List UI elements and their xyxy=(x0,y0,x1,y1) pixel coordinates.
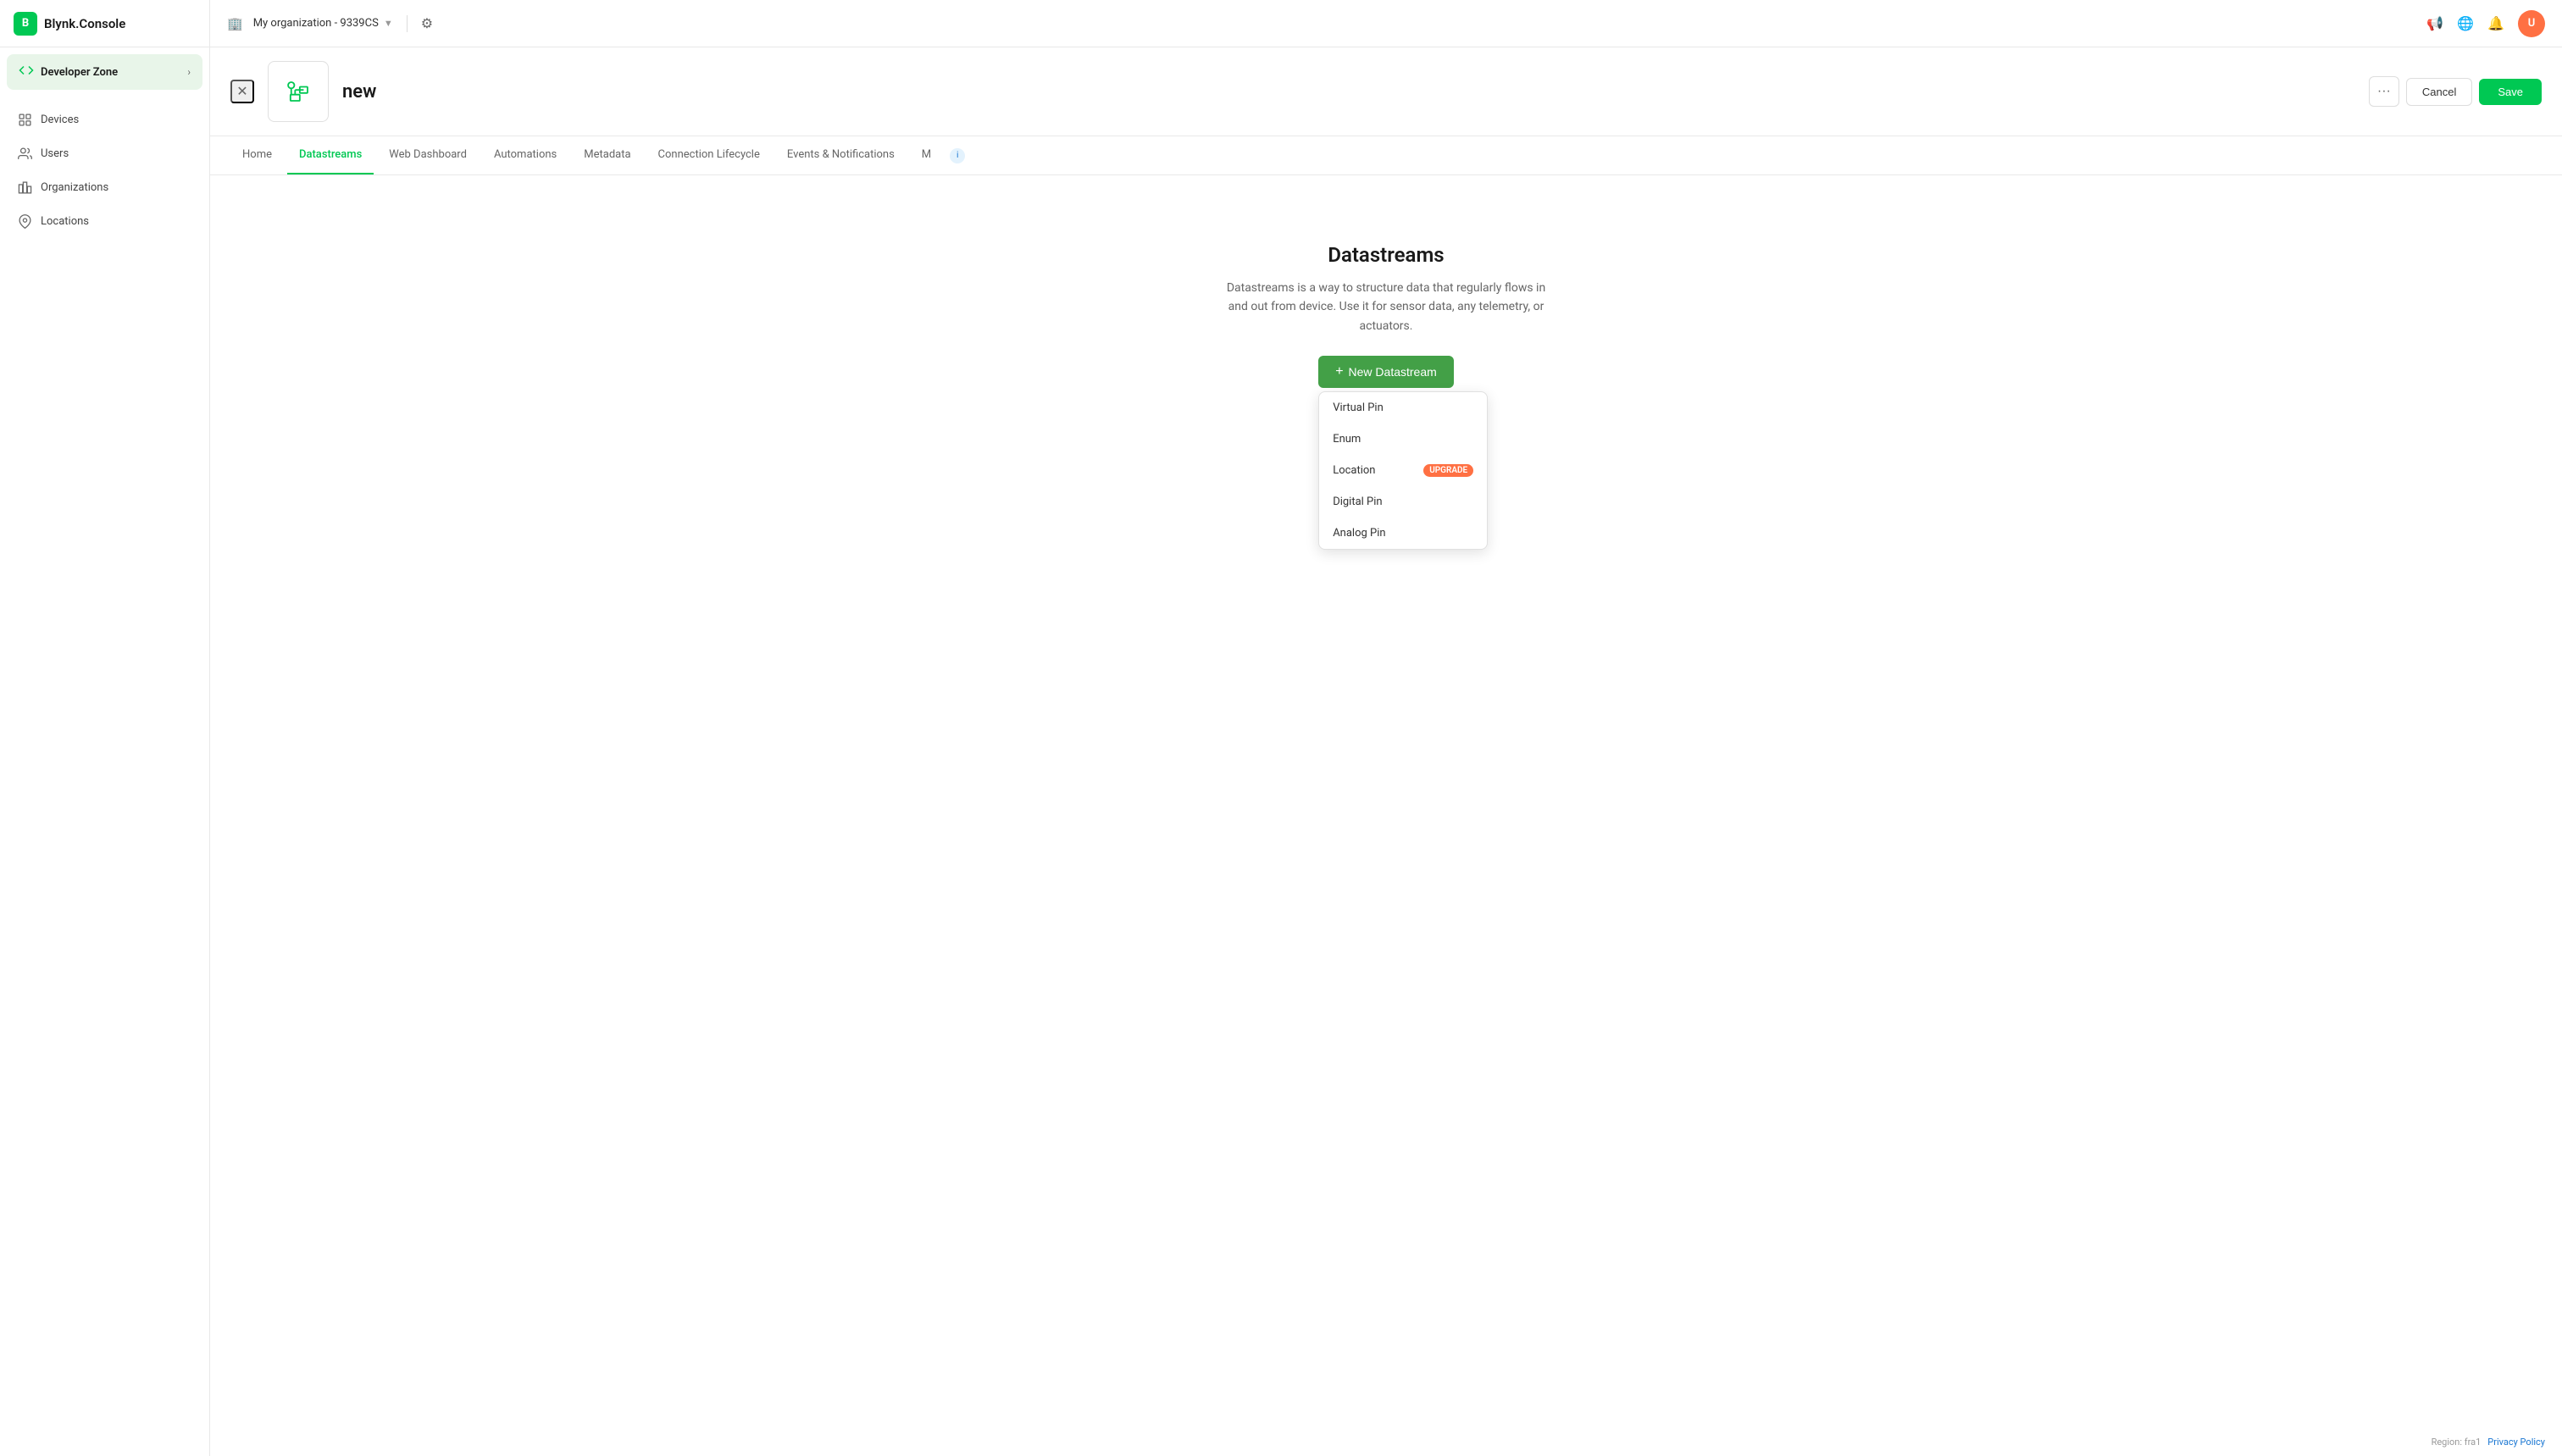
org-chevron-icon: ▼ xyxy=(384,18,393,29)
tab-datastreams[interactable]: Datastreams xyxy=(287,136,374,174)
analog-pin-label: Analog Pin xyxy=(1333,527,1385,540)
template-name: new xyxy=(342,81,2355,102)
virtual-pin-label: Virtual Pin xyxy=(1333,401,1384,414)
topbar-separator xyxy=(407,15,408,32)
main-content: 🏢 My organization - 9339CS ▼ ⚙ 📢 🌐 🔔 U ✕ xyxy=(210,0,2562,1456)
sidebar-nav: Devices Users Organizations xyxy=(0,97,209,244)
sidebar-item-devices[interactable]: Devices xyxy=(7,103,202,136)
more-options-button[interactable]: ··· xyxy=(2369,76,2399,107)
developer-zone-icon xyxy=(19,63,34,81)
app-logo: B Blynk.Console xyxy=(0,0,209,47)
content-area: ✕ new ··· Cancel Save xyxy=(210,47,2562,1456)
header-actions: ··· Cancel Save xyxy=(2369,76,2542,107)
dropdown-item-virtual-pin[interactable]: Virtual Pin xyxy=(1319,392,1487,424)
dropdown-item-analog-pin[interactable]: Analog Pin xyxy=(1319,518,1487,549)
megaphone-icon[interactable]: 📢 xyxy=(2426,15,2443,31)
developer-zone-label: Developer Zone xyxy=(41,66,118,79)
building-icon: 🏢 xyxy=(227,16,243,31)
tab-automations[interactable]: Automations xyxy=(482,136,568,174)
devices-icon xyxy=(17,112,32,127)
tab-metadata[interactable]: Metadata xyxy=(572,136,642,174)
cancel-button[interactable]: Cancel xyxy=(2406,78,2472,106)
sidebar-item-organizations[interactable]: Organizations xyxy=(7,171,202,203)
region-label: Region: fra1 xyxy=(2432,1437,2482,1448)
template-icon xyxy=(280,73,317,110)
datastreams-title: Datastreams xyxy=(1328,243,1444,267)
enum-label: Enum xyxy=(1333,433,1361,446)
tabs-bar: Home Datastreams Web Dashboard Automatio… xyxy=(210,136,2562,175)
dropdown-item-enum[interactable]: Enum xyxy=(1319,424,1487,455)
template-panel: ✕ new ··· Cancel Save xyxy=(210,47,2562,1456)
org-icon xyxy=(17,180,32,195)
tab-web-dashboard[interactable]: Web Dashboard xyxy=(377,136,479,174)
org-name: My organization - 9339CS xyxy=(253,17,379,30)
developer-zone-item[interactable]: Developer Zone › xyxy=(7,54,202,90)
tab-home[interactable]: Home xyxy=(230,136,284,174)
datastream-dropdown: Virtual Pin Enum Location UPGRADE Digita… xyxy=(1318,391,1488,550)
users-icon xyxy=(17,146,32,161)
developer-zone-left: Developer Zone xyxy=(19,63,118,81)
datastreams-description: Datastreams is a way to structure data t… xyxy=(1225,279,1547,335)
sidebar-item-locations[interactable]: Locations xyxy=(7,205,202,237)
sidebar: B Blynk.Console Developer Zone › xyxy=(0,0,210,1456)
topbar: 🏢 My organization - 9339CS ▼ ⚙ 📢 🌐 🔔 U xyxy=(210,0,2562,47)
org-selector[interactable]: My organization - 9339CS ▼ xyxy=(253,17,393,30)
sidebar-item-users-label: Users xyxy=(41,147,69,160)
dropdown-item-location[interactable]: Location UPGRADE xyxy=(1319,455,1487,486)
template-header: ✕ new ··· Cancel Save xyxy=(210,47,2562,136)
new-datastream-wrapper: + New Datastream Virtual Pin Enum Locati… xyxy=(1318,356,1454,388)
dropdown-item-digital-pin[interactable]: Digital Pin xyxy=(1319,486,1487,518)
tab-events-notifications[interactable]: Events & Notifications xyxy=(775,136,907,174)
tab-more[interactable]: M xyxy=(910,136,943,174)
new-datastream-label: New Datastream xyxy=(1349,365,1437,379)
sidebar-item-devices-label: Devices xyxy=(41,113,79,126)
privacy-policy-link[interactable]: Privacy Policy xyxy=(2487,1437,2545,1448)
footer: Region: fra1 Privacy Policy xyxy=(2432,1437,2545,1448)
sidebar-item-organizations-label: Organizations xyxy=(41,181,108,194)
logo-icon: B xyxy=(14,12,37,36)
sidebar-item-locations-label: Locations xyxy=(41,215,89,228)
location-icon xyxy=(17,213,32,229)
datastreams-empty-state: Datastreams Datastreams is a way to stru… xyxy=(210,175,2562,422)
template-icon-box xyxy=(268,61,329,122)
globe-icon[interactable]: 🌐 xyxy=(2457,15,2474,31)
bell-icon[interactable]: 🔔 xyxy=(2487,15,2504,31)
developer-zone-chevron-icon: › xyxy=(187,66,191,78)
sidebar-item-users[interactable]: Users xyxy=(7,137,202,169)
upgrade-badge: UPGRADE xyxy=(1423,464,1473,477)
save-button[interactable]: Save xyxy=(2479,79,2542,105)
tab-connection-lifecycle[interactable]: Connection Lifecycle xyxy=(646,136,772,174)
close-button[interactable]: ✕ xyxy=(230,80,254,103)
tab-info-icon[interactable]: i xyxy=(950,148,965,163)
app-name: Blynk.Console xyxy=(44,16,125,31)
location-label: Location xyxy=(1333,464,1375,477)
plus-icon: + xyxy=(1335,364,1343,379)
settings-icon[interactable]: ⚙ xyxy=(421,15,433,31)
avatar[interactable]: U xyxy=(2518,10,2545,37)
new-datastream-button[interactable]: + New Datastream xyxy=(1318,356,1454,388)
topbar-right: 📢 🌐 🔔 U xyxy=(2426,10,2545,37)
digital-pin-label: Digital Pin xyxy=(1333,495,1382,508)
